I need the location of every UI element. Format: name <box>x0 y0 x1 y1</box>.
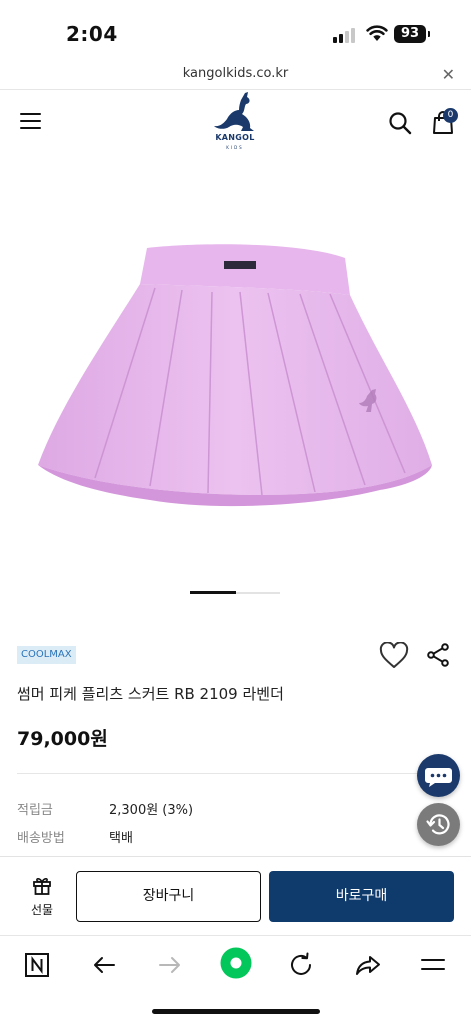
logo-subtext: KIDS <box>226 145 244 150</box>
pager-active-indicator <box>190 591 236 594</box>
history-icon <box>426 814 450 835</box>
cart-count-badge: 0 <box>443 108 458 123</box>
add-to-cart-button[interactable]: 장바구니 <box>76 871 261 922</box>
product-title: 썸머 피케 플리츠 스커트 RB 2109 라벤더 <box>17 685 284 703</box>
kangol-kids-logo[interactable]: KANGOL KIDS <box>205 91 265 153</box>
heart-icon[interactable] <box>379 642 409 669</box>
naver-home-icon[interactable] <box>22 950 52 980</box>
shipping-value: 택배 <box>109 831 133 846</box>
purchase-bar: 선물 장바구니 바로구매 <box>0 856 471 934</box>
back-arrow-icon[interactable] <box>89 950 119 980</box>
home-indicator <box>152 1009 320 1014</box>
points-label: 적립금 <box>17 803 53 818</box>
site-header: KANGOL KIDS 0 <box>0 91 471 155</box>
gift-label: 선물 <box>30 903 54 917</box>
cellular-signal-icon <box>333 27 359 43</box>
image-watermark: kangol <box>162 499 297 546</box>
kangaroo-logo-icon <box>214 92 254 131</box>
chat-button[interactable] <box>417 754 460 797</box>
gift-icon <box>33 878 51 895</box>
product-image[interactable]: kangol <box>0 160 471 580</box>
divider <box>17 773 457 774</box>
browser-url-bar[interactable]: kangolkids.co.kr ✕ <box>0 60 471 90</box>
chat-bubble-icon <box>425 768 452 787</box>
points-value: 2,300원 (3%) <box>109 803 194 818</box>
recently-viewed-button[interactable] <box>417 803 460 846</box>
share-arrow-icon[interactable] <box>353 950 383 980</box>
status-time: 2:04 <box>66 22 118 46</box>
battery-indicator: 93 <box>394 25 430 43</box>
close-icon[interactable]: ✕ <box>442 65 455 84</box>
refresh-icon[interactable] <box>286 950 316 980</box>
naver-green-dot-icon[interactable] <box>219 946 253 980</box>
gift-button[interactable]: 선물 <box>22 875 62 918</box>
wifi-icon <box>366 25 388 41</box>
hamburger-menu-icon[interactable] <box>20 113 42 131</box>
search-icon[interactable] <box>388 111 412 135</box>
product-price: 79,000원 <box>17 728 108 750</box>
shipping-label: 배송방법 <box>17 831 65 846</box>
logo-text: KANGOL <box>215 133 255 142</box>
forward-arrow-icon[interactable] <box>155 950 185 980</box>
status-bar: 2:04 93 <box>0 0 471 60</box>
url-text[interactable]: kangolkids.co.kr <box>0 66 471 81</box>
share-icon[interactable] <box>426 643 450 667</box>
image-gallery-pager <box>190 591 280 594</box>
buy-now-button[interactable]: 바로구매 <box>269 871 454 922</box>
pleated-skirt-image: kangol <box>38 244 432 546</box>
coolmax-badge: COOLMAX <box>17 646 76 664</box>
menu-icon[interactable] <box>418 950 448 980</box>
